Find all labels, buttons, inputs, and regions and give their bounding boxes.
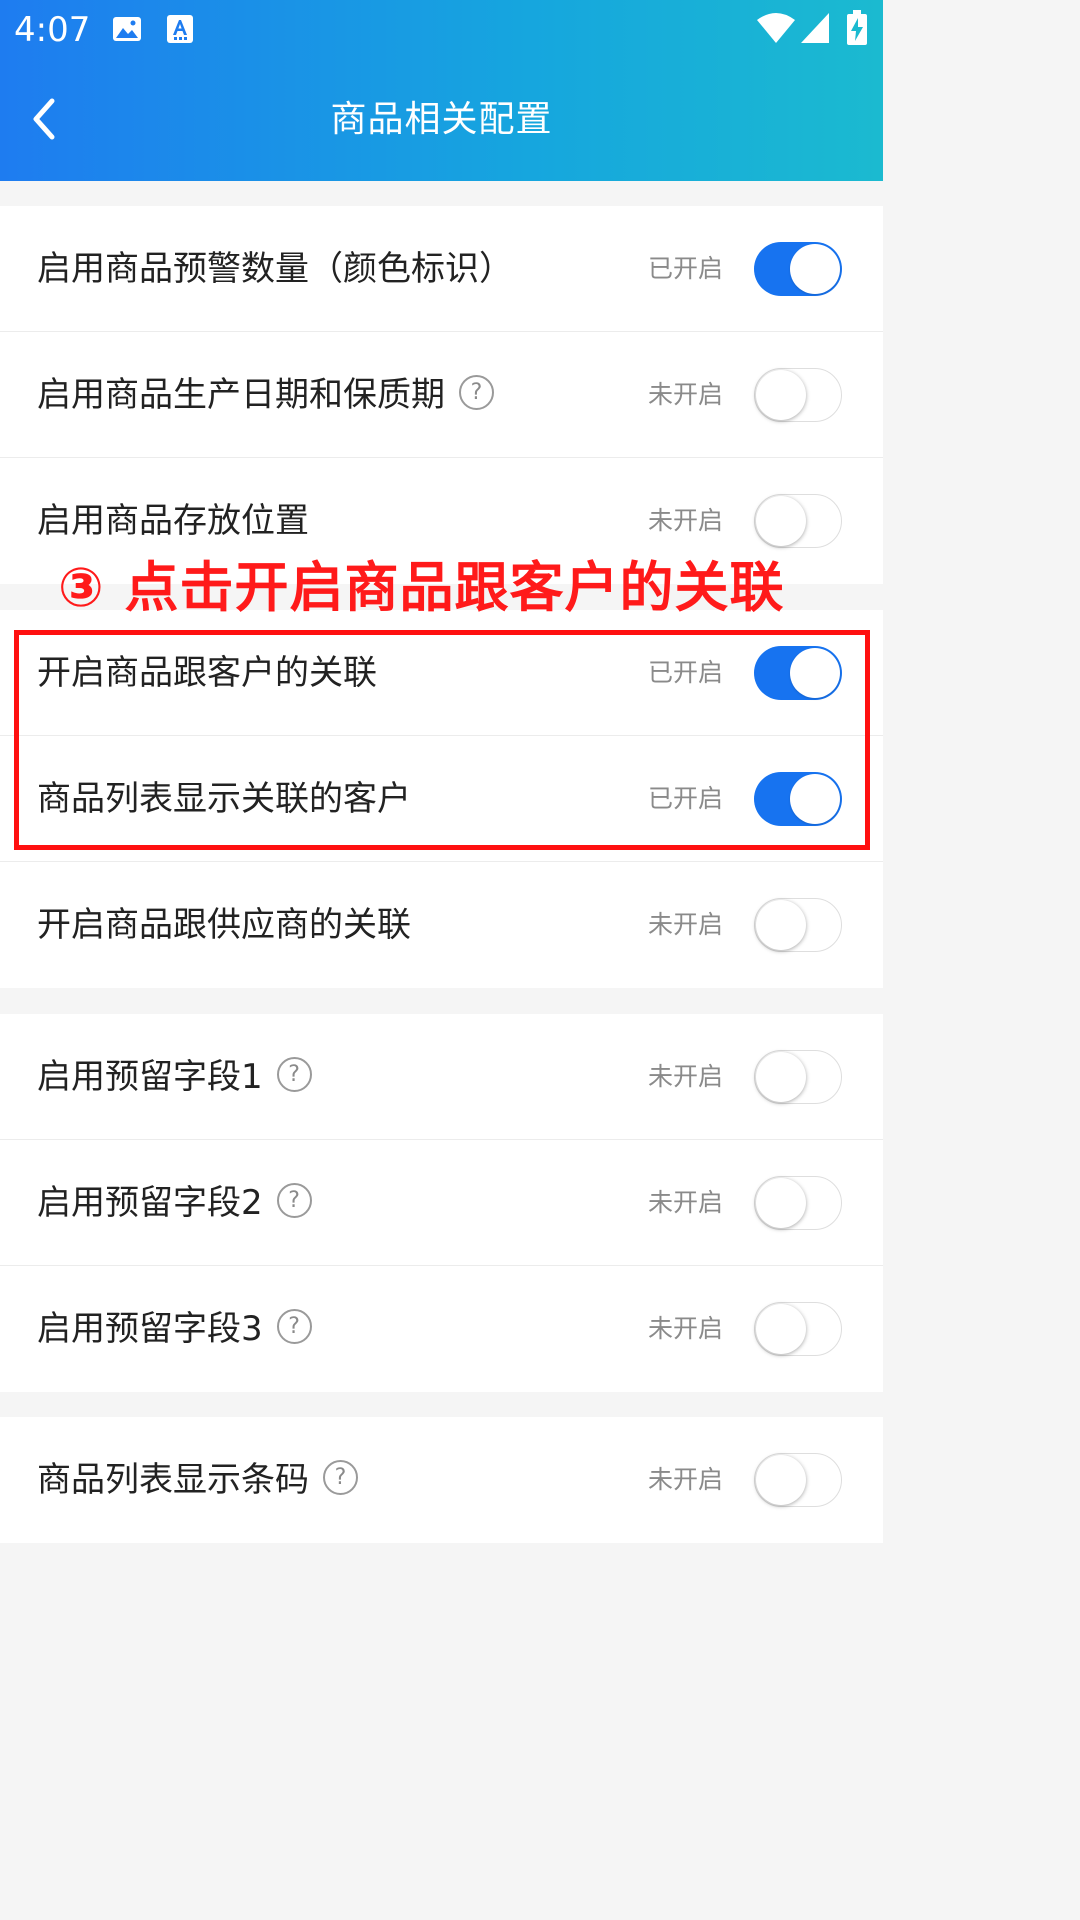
setting-state-text: 未开启 — [648, 1062, 724, 1091]
tutorial-highlight-box — [14, 630, 870, 850]
phone-screen: 4:07 商品相关配置 启用商品预警数量（颜色标识） 已开启 启用商品生产日期和… — [0, 0, 883, 1568]
setting-label: 启用商品生产日期和保质期? — [37, 332, 494, 458]
help-icon[interactable]: ? — [276, 1309, 312, 1344]
setting-row-reserved-field-2[interactable]: 启用预留字段2? 未开启 — [0, 1140, 883, 1266]
toggle-switch[interactable] — [754, 368, 842, 422]
setting-label: 商品列表显示条码? — [37, 1417, 358, 1543]
battery-charging-icon — [846, 10, 868, 50]
setting-state-text: 未开启 — [648, 1465, 724, 1494]
toggle-switch[interactable] — [754, 242, 842, 296]
help-icon[interactable]: ? — [276, 1183, 312, 1218]
help-icon[interactable]: ? — [276, 1057, 312, 1092]
toggle-switch[interactable] — [754, 1302, 842, 1356]
status-time: 4:07 — [14, 10, 91, 50]
toggle-knob — [756, 496, 806, 546]
image-icon — [112, 14, 142, 48]
setting-row-production-date[interactable]: 启用商品生产日期和保质期? 未开启 — [0, 332, 883, 458]
setting-label: 启用预留字段2? — [37, 1140, 312, 1266]
font-icon — [166, 14, 194, 48]
setting-row-list-show-barcode[interactable]: 商品列表显示条码? 未开启 — [0, 1417, 883, 1543]
setting-label: 开启商品跟供应商的关联 — [37, 905, 411, 945]
toggle-knob — [756, 370, 806, 420]
toggle-knob — [756, 1304, 806, 1354]
help-icon[interactable]: ? — [459, 375, 494, 410]
toggle-switch[interactable] — [754, 1453, 842, 1507]
tutorial-annotation-text: ③ 点击开启商品跟客户的关联 — [58, 556, 785, 619]
toggle-switch[interactable] — [754, 1176, 842, 1230]
toggle-switch[interactable] — [754, 494, 842, 548]
setting-state-text: 未开启 — [648, 1188, 724, 1217]
setting-state-text: 未开启 — [648, 380, 724, 409]
settings-group-reserved-fields: 启用预留字段1? 未开启 启用预留字段2? 未开启 启用预留字段3? 未开启 — [0, 1014, 883, 1392]
settings-group-inventory: 启用商品预警数量（颜色标识） 已开启 启用商品生产日期和保质期? 未开启 启用商… — [0, 206, 883, 584]
setting-state-text: 未开启 — [648, 910, 724, 939]
page-title: 商品相关配置 — [330, 99, 553, 140]
setting-row-warning-quantity[interactable]: 启用商品预警数量（颜色标识） 已开启 — [0, 206, 883, 332]
setting-label: 启用商品预警数量（颜色标识） — [37, 249, 513, 289]
toggle-knob — [756, 1178, 806, 1228]
toggle-switch[interactable] — [754, 898, 842, 952]
setting-row-reserved-field-1[interactable]: 启用预留字段1? 未开启 — [0, 1014, 883, 1140]
setting-state-text: 未开启 — [648, 1314, 724, 1343]
wifi-icon — [756, 12, 796, 48]
toggle-knob — [756, 1455, 806, 1505]
toggle-knob — [756, 1052, 806, 1102]
setting-row-reserved-field-3[interactable]: 启用预留字段3? 未开启 — [0, 1266, 883, 1392]
status-bar: 4:07 — [0, 0, 883, 60]
toggle-knob — [790, 244, 840, 294]
setting-label: 启用预留字段1? — [37, 1014, 312, 1140]
toggle-switch[interactable] — [754, 1050, 842, 1104]
setting-row-supplier-association[interactable]: 开启商品跟供应商的关联 未开启 — [0, 862, 883, 988]
setting-label: 启用预留字段3? — [37, 1266, 312, 1392]
setting-state-text: 已开启 — [648, 254, 724, 283]
settings-group-barcode: 商品列表显示条码? 未开启 — [0, 1417, 883, 1543]
help-icon[interactable]: ? — [323, 1460, 358, 1495]
app-bar: 4:07 商品相关配置 — [0, 0, 883, 181]
toggle-knob — [756, 900, 806, 950]
signal-icon — [800, 12, 830, 48]
